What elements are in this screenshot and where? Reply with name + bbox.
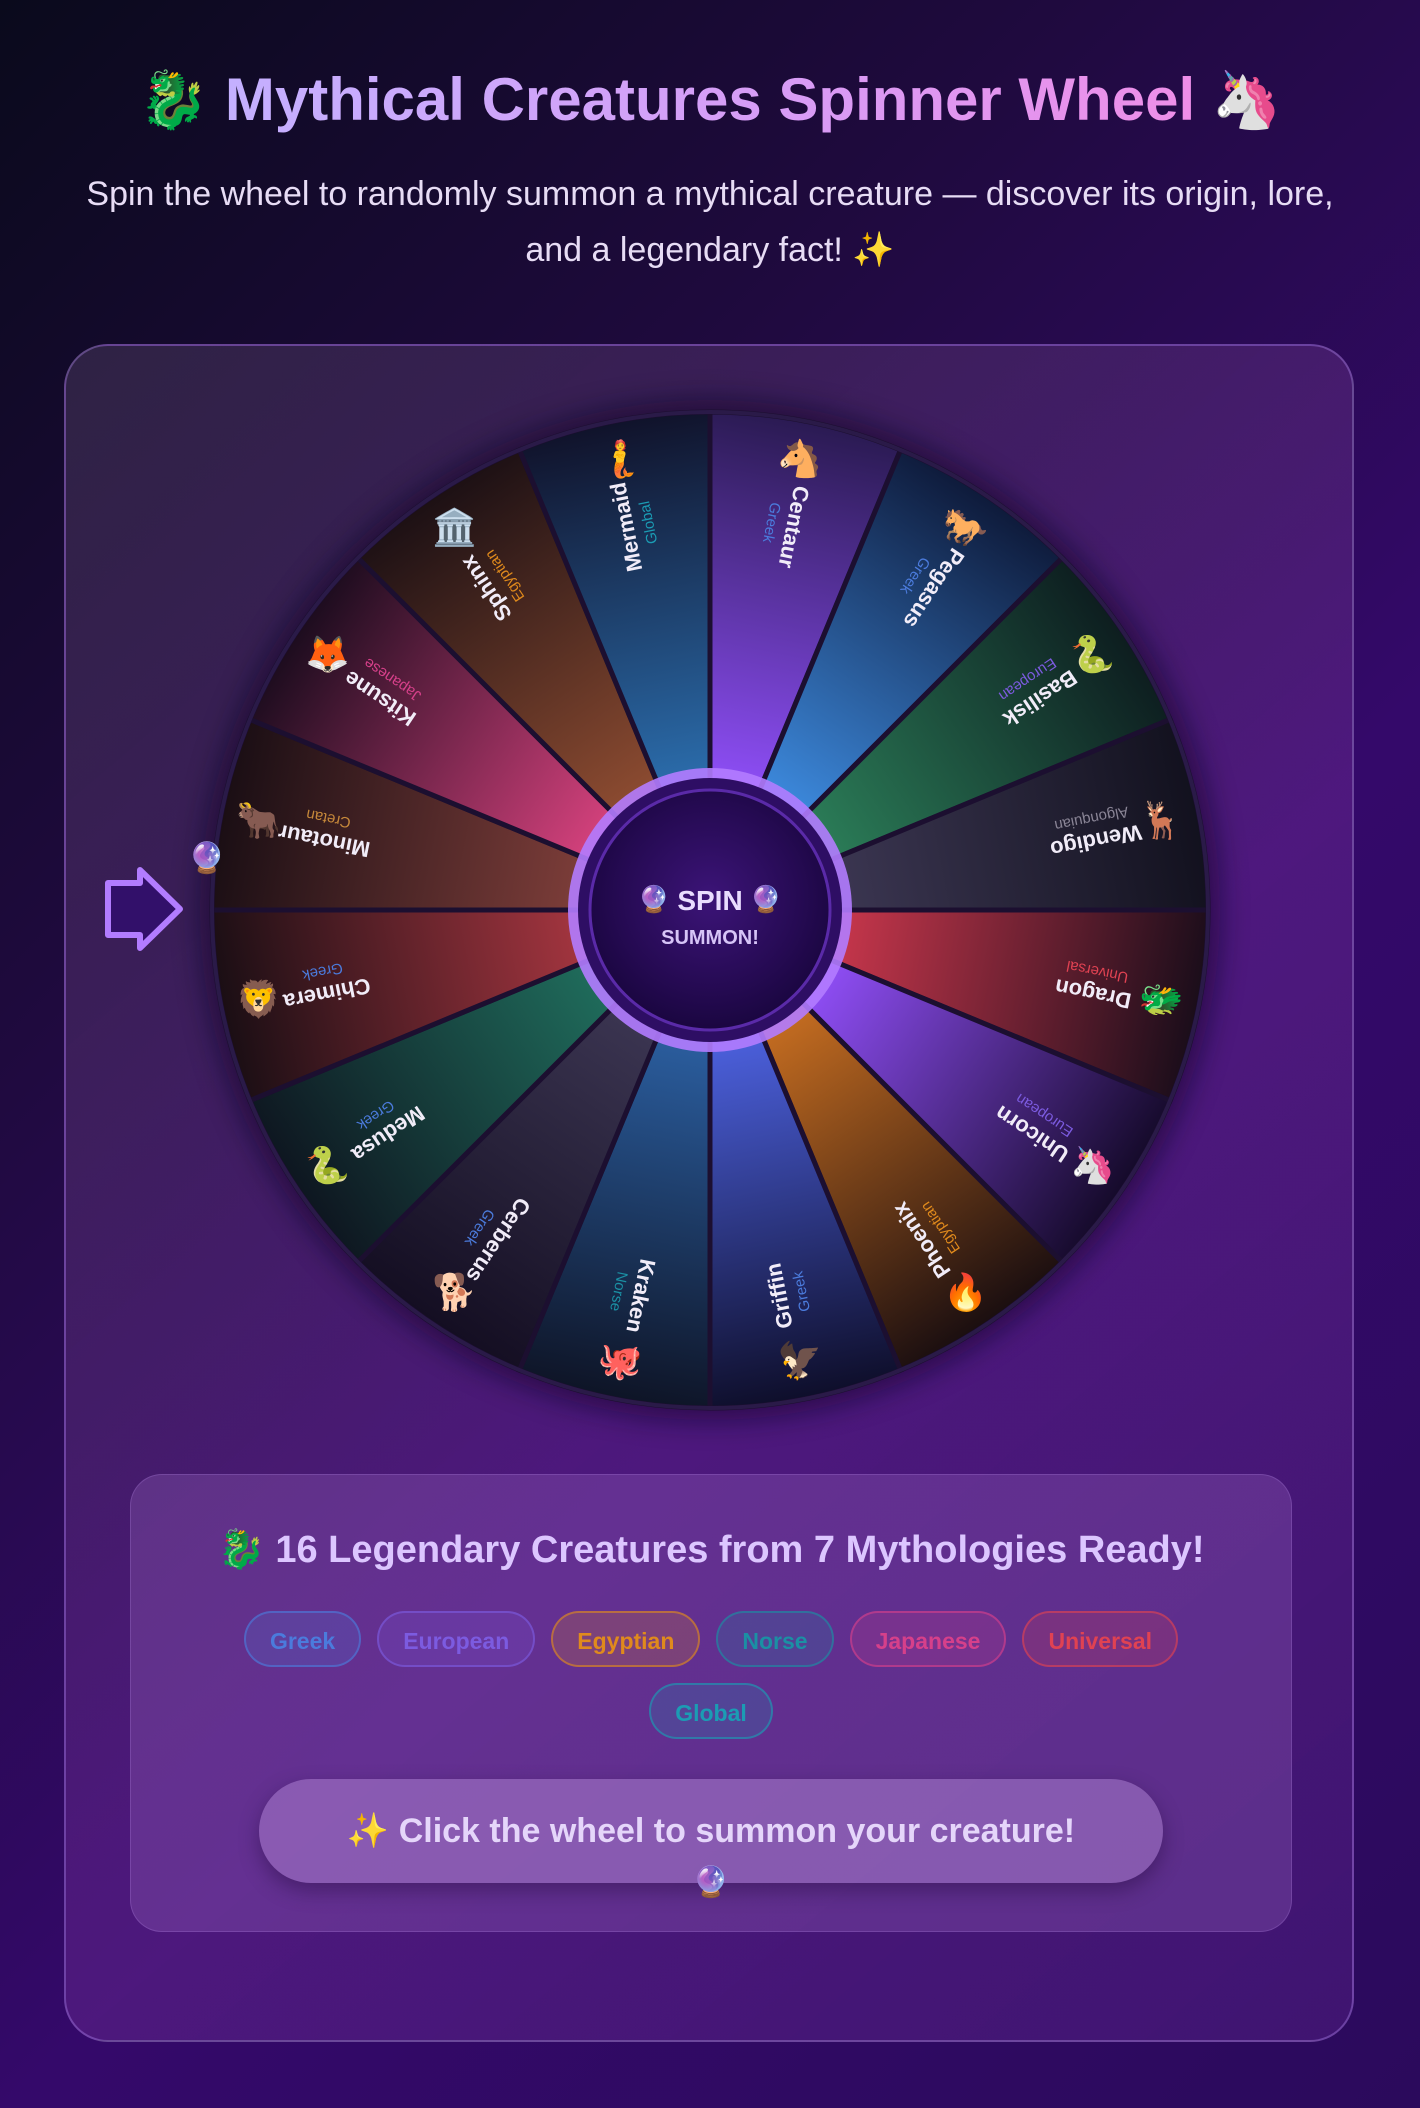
mythology-pill-egyptian: Egyptian <box>551 1611 701 1667</box>
crystal-ball-icon: 🔮 <box>692 1866 730 1899</box>
segment-creature-icon: 🐍 <box>1070 633 1115 675</box>
segment-creature-icon: 🦅 <box>777 1339 822 1382</box>
sparkles-icon: ✨ <box>346 1812 390 1850</box>
segment-creature-icon: 🦄 <box>1070 1145 1115 1187</box>
info-panel: 🐉 16 Legendary Creatures from 7 Mytholog… <box>130 1474 1292 1932</box>
segment-creature-icon: 🐎 <box>943 508 988 549</box>
spin-button[interactable]: 🔮 🔮 SPIN SUMMON! <box>568 768 852 1052</box>
mythology-pill-norse: Norse <box>716 1611 834 1667</box>
segment-creature-icon: 🐂 <box>236 800 281 841</box>
segment-creature-icon: 🔥 <box>943 1271 988 1313</box>
segment-creature-icon: 🦁 <box>236 979 281 1021</box>
mythology-pill-greek: Greek <box>243 1611 362 1667</box>
info-title-text: 16 Legendary Creatures from 7 Mythologie… <box>275 1529 1205 1571</box>
segment-creature-icon: 🦊 <box>305 634 350 675</box>
segment-creature-icon: 🐴 <box>777 438 822 480</box>
dragon-icon: 🐉 <box>217 1529 265 1571</box>
segment-creature-icon: 🦌 <box>1139 799 1184 841</box>
mythology-pill-japanese: Japanese <box>849 1611 1007 1667</box>
crystal-ball-icon: 🔮 <box>188 842 226 875</box>
crystal-ball-icon: 🔮 <box>750 884 782 915</box>
segment-creature-icon: 🐍 <box>305 1145 350 1187</box>
info-title: 🐉 16 Legendary Creatures from 7 Mytholog… <box>131 1527 1291 1573</box>
segment-creature-icon: 🏛️ <box>432 507 477 549</box>
spin-label: SPIN <box>677 885 742 916</box>
mythology-pill-european: European <box>377 1611 536 1667</box>
mythology-pill-universal: Universal <box>1022 1611 1179 1667</box>
mythology-pills: Greek European Egyptian Norse Japanese Univer… <box>211 1611 1211 1739</box>
pointer-arrow-icon <box>105 867 183 951</box>
segment-creature-icon: 🧜 <box>598 438 643 480</box>
summon-label: SUMMON! <box>661 927 759 949</box>
crystal-ball-icon: 🔮 <box>638 884 670 915</box>
segment-creature-icon: 🐙 <box>598 1341 643 1382</box>
cta-label: Click the wheel to summon your creature! <box>398 1812 1076 1850</box>
mythology-pill-global: Global <box>649 1683 773 1739</box>
segment-creature-icon: 🐕 <box>432 1271 477 1313</box>
segment-creature-icon: 🐲 <box>1139 980 1184 1021</box>
